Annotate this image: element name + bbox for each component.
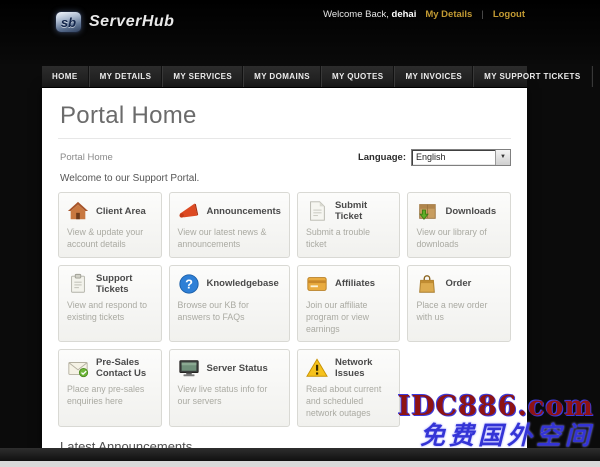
- house-icon: [67, 200, 89, 222]
- portal-box-description: View our latest news & announcements: [177, 227, 267, 249]
- nav-item-my-details[interactable]: MY DETAILS: [88, 66, 163, 87]
- portal-box-submit-ticket[interactable]: Submit Ticket Submit a trouble ticket: [296, 192, 401, 258]
- portal-box-description: Submit a trouble ticket: [305, 227, 371, 249]
- main-nav: HOME MY DETAILS MY SERVICES MY DOMAINS MY QU…: [42, 66, 600, 88]
- svg-text:?: ?: [185, 276, 193, 291]
- portal-box-server-status[interactable]: Server Status View live status info for o…: [168, 349, 290, 427]
- portal-box-head: Network Issues: [306, 357, 392, 379]
- nav-item-my-services[interactable]: MY SERVICES: [162, 66, 244, 87]
- main-content: Portal Home Portal Home Language: Englis…: [42, 88, 527, 448]
- language-select[interactable]: English ▼: [411, 148, 511, 166]
- portal-box-head: Support Tickets: [67, 273, 153, 295]
- language-selected-value: English: [416, 151, 446, 162]
- portal-box-head: Order: [416, 273, 502, 295]
- support-portal-welcome: Welcome to our Support Portal.: [60, 173, 200, 184]
- dropdown-arrow-icon[interactable]: ▼: [495, 149, 510, 165]
- nav-item-my-invoices[interactable]: MY INVOICES: [394, 66, 474, 87]
- language-label: Language:: [357, 151, 406, 163]
- portal-box-title: Pre-Sales Contact Us: [96, 357, 147, 380]
- portal-box-title: Support Tickets: [96, 272, 133, 295]
- my-details-link[interactable]: My Details: [425, 9, 472, 20]
- portal-box-title: Network Issues: [334, 357, 373, 380]
- serverhub-logo[interactable]: sb ServerHub: [55, 11, 174, 33]
- portal-box-head: Client Area: [67, 200, 153, 222]
- footer-strip: [0, 461, 600, 467]
- title-divider: [58, 138, 511, 139]
- warning-icon: [306, 357, 328, 379]
- ticket-page-icon: [306, 200, 328, 222]
- nav-item-home[interactable]: HOME: [42, 66, 89, 87]
- portal-box-description: Join our affiliate program or view earni…: [305, 299, 370, 334]
- question-icon: ?: [178, 273, 200, 295]
- portal-box-head: Submit Ticket: [306, 200, 392, 222]
- portal-box-description: View our library of downloads: [416, 227, 487, 249]
- breadcrumb[interactable]: Portal Home: [58, 152, 113, 163]
- monitor-icon: [178, 357, 200, 379]
- page-container: HOME MY DETAILS MY SERVICES MY DOMAINS MY QU…: [42, 66, 600, 448]
- portal-box-affiliates[interactable]: Affiliates Join our affiliate program or …: [296, 264, 401, 343]
- breadcrumb-row: Portal Home Language: English ▼: [58, 147, 511, 167]
- portal-box-head: Server Status: [178, 357, 281, 379]
- portal-box-head: Pre-Sales Contact Us: [67, 357, 153, 379]
- portal-box-pre-sales-contact-us[interactable]: Pre-Sales Contact Us Place any pre-sales …: [58, 349, 162, 427]
- portal-box-title: Submit Ticket: [334, 200, 368, 222]
- portal-box-head: Affiliates: [306, 273, 392, 295]
- portal-box-description: Read about current and scheduled network…: [305, 384, 382, 419]
- portal-box-description: Browse our KB for answers to FAQs: [177, 299, 249, 322]
- serverhub-logo-icon: sb: [55, 11, 82, 33]
- top-header: sb ServerHub Welcome Back, dehai My Deta…: [0, 0, 600, 64]
- download-box-icon: [416, 200, 438, 222]
- logout-link[interactable]: Logout: [493, 9, 525, 20]
- portal-box-head: Downloads: [416, 200, 502, 222]
- serverhub-logo-text: ServerHub: [89, 13, 175, 30]
- portal-box-title: Announcements: [206, 205, 281, 217]
- portal-box-title: Affiliates: [334, 278, 376, 290]
- portal-box-head: ? Knowledgebase: [178, 273, 281, 295]
- nav-item-affiliates[interactable]: AFFILIATES: [591, 66, 600, 87]
- header-divider: |: [481, 9, 484, 20]
- portal-box-description: Place a new order with us: [416, 299, 488, 322]
- portal-box-title: Client Area: [96, 205, 146, 217]
- portal-box-title: Order: [445, 278, 472, 290]
- footer-bar: [0, 448, 600, 461]
- nav-item-my-domains[interactable]: MY DOMAINS: [243, 66, 321, 87]
- card-icon: [306, 273, 328, 295]
- portal-box-description: View live status info for our servers: [177, 384, 268, 407]
- portal-box-announcements[interactable]: Announcements View our latest news & anno…: [168, 192, 290, 258]
- envelope-icon: [67, 357, 89, 379]
- clipboard-icon: [67, 273, 89, 295]
- portal-box-knowledgebase[interactable]: ? Knowledgebase Browse our KB for answers …: [168, 264, 290, 343]
- portal-box-description: View & update your account details: [67, 227, 144, 249]
- portal-box-title: Knowledgebase: [206, 278, 279, 290]
- portal-box-title: Downloads: [445, 205, 497, 217]
- portal-box-description: Place any pre-sales enquiries here: [67, 384, 145, 407]
- portal-box-network-issues[interactable]: Network Issues Read about current and sch…: [296, 349, 401, 427]
- header-account-area: Welcome Back, dehai My Details | Logout: [323, 9, 525, 20]
- portal-grid: Client Area View & update your account de…: [58, 192, 511, 427]
- language-area: Language: English ▼: [357, 148, 511, 166]
- nav-item-my-support-tickets[interactable]: MY SUPPORT TICKETS: [473, 66, 592, 87]
- nav-item-my-quotes[interactable]: MY QUOTES: [320, 66, 395, 87]
- username: dehai: [391, 9, 417, 20]
- bag-icon: [416, 273, 438, 295]
- portal-box-head: Announcements: [178, 200, 281, 222]
- page-title: Portal Home: [60, 102, 197, 129]
- portal-box-support-tickets[interactable]: Support Tickets View and respond to exist…: [58, 264, 162, 343]
- portal-box-order[interactable]: Order Place a new order with us: [407, 264, 511, 343]
- latest-announcements-heading: Latest Announcements: [58, 439, 511, 448]
- megaphone-icon: [178, 200, 200, 222]
- portal-box-title: Server Status: [206, 362, 268, 374]
- welcome-prefix: Welcome Back,: [323, 9, 389, 20]
- welcome-message: Welcome Back, dehai: [323, 9, 416, 20]
- portal-box-client-area[interactable]: Client Area View & update your account de…: [58, 192, 162, 258]
- portal-box-downloads[interactable]: Downloads View our library of downloads: [407, 192, 511, 258]
- portal-box-description: View and respond to existing tickets: [67, 299, 148, 322]
